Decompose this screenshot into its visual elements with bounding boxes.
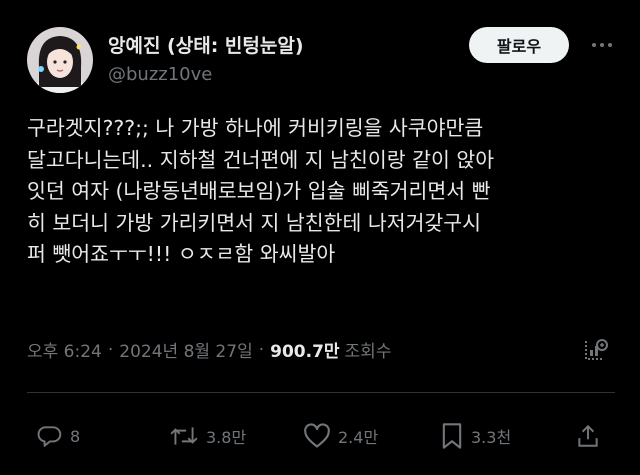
tweet-text-line: 퍼 뺏어죠ㅜㅜ!!! ㅇㅈㄹ함 와씨발아 bbox=[27, 242, 336, 266]
analytics-icon bbox=[585, 339, 608, 360]
author-display-name[interactable]: 앙예진 (상태: 빈텅눈알) bbox=[108, 31, 304, 58]
views-label: 조회수 bbox=[344, 342, 392, 362]
reply-icon bbox=[37, 426, 62, 447]
reply-count: 8 bbox=[70, 426, 81, 446]
share-icon bbox=[578, 424, 598, 447]
bookmark-count: 3.3천 bbox=[471, 428, 512, 447]
action-bar: 8 3.8만 2.4만 3.3천 bbox=[0, 418, 640, 454]
analytics-button[interactable] bbox=[583, 337, 609, 363]
author-handle[interactable]: @buzz10ve bbox=[108, 64, 212, 85]
share-button[interactable] bbox=[575, 418, 601, 454]
heart-icon bbox=[304, 423, 330, 448]
views-count: 900.7만 bbox=[270, 342, 340, 362]
meta-separator: · bbox=[258, 339, 265, 360]
repost-count: 3.8만 bbox=[206, 428, 247, 447]
more-horizontal-icon bbox=[592, 43, 612, 47]
tweet-date[interactable]: 2024년 8월 27일 bbox=[119, 337, 252, 362]
tweet-text-line: 구라겟지???;; 나 가방 하나에 커비키링을 사쿠야만큼 bbox=[27, 116, 484, 140]
tweet-meta: 오후 6:24 · 2024년 8월 27일 · 900.7만 조회수 bbox=[27, 337, 392, 363]
follow-button[interactable]: 팔로우 bbox=[469, 27, 569, 63]
bookmark-button[interactable]: 3.3천 bbox=[440, 418, 511, 454]
tweet-text-line: 잇던 여자 (나랑동년배로보임)가 입술 삐죽거리면서 빤 bbox=[27, 179, 491, 203]
tweet-text-line: 달고다니는데.. 지하철 건너편에 지 남친이랑 같이 앉아 bbox=[27, 147, 495, 172]
tweet-text: 구라겟지???;; 나 가방 하나에 커비키링을 사쿠야만큼 달고다니는데.. … bbox=[27, 113, 622, 271]
repost-icon bbox=[170, 427, 198, 445]
bookmark-icon bbox=[442, 423, 462, 449]
more-options-button[interactable] bbox=[588, 31, 616, 59]
avatar-image bbox=[27, 27, 93, 93]
divider bbox=[27, 392, 615, 393]
reply-button[interactable]: 8 bbox=[37, 418, 80, 454]
tweet-time[interactable]: 오후 6:24 bbox=[27, 337, 102, 362]
avatar[interactable] bbox=[27, 27, 93, 93]
like-count: 2.4만 bbox=[338, 428, 379, 447]
repost-button[interactable]: 3.8만 bbox=[169, 418, 246, 454]
like-button[interactable]: 2.4만 bbox=[303, 418, 378, 454]
meta-separator: · bbox=[107, 339, 114, 360]
tweet-text-line: 히 보더니 가방 가리키면서 지 남친한테 나저거갖구시 bbox=[27, 210, 482, 235]
